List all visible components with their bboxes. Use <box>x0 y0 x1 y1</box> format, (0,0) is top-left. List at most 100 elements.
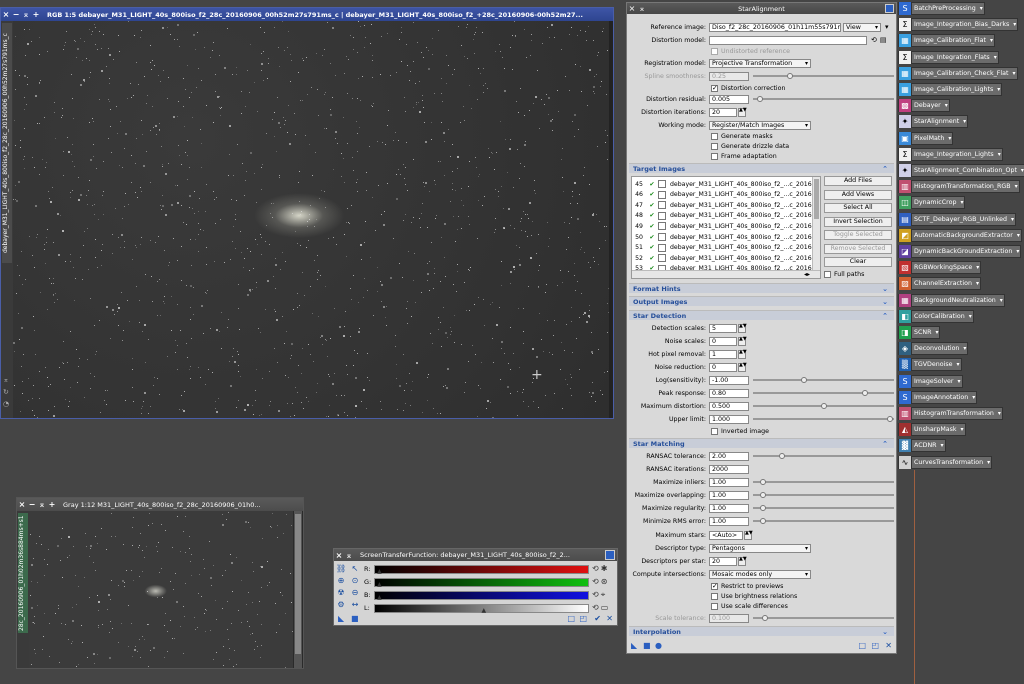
reset-icon[interactable]: ⟲ <box>592 590 599 601</box>
enabled-check-icon[interactable]: ✔ <box>646 181 658 188</box>
compute-intersections-select[interactable]: Mosaic modes only <box>709 569 811 579</box>
stf-window[interactable]: × ⌅ ScreenTransferFunction: debayer_M31_… <box>333 548 618 626</box>
distortion-residual-slider[interactable] <box>753 96 894 102</box>
preview-icon[interactable]: □ <box>567 614 575 623</box>
enabled-check-icon[interactable]: ✔ <box>646 255 658 262</box>
generate-drizzle-check[interactable]: Generate drizzle data <box>711 141 789 151</box>
apply-icon[interactable]: ■ <box>643 641 651 650</box>
midtone-marker-icon[interactable]: ▲ <box>377 595 382 601</box>
folder-icon[interactable]: ▤ <box>880 36 887 44</box>
clear-button[interactable]: Clear <box>824 257 892 267</box>
process-icon-curvestransformation[interactable]: ∿ CurvesTransformation <box>898 455 993 469</box>
scroll-thumb[interactable] <box>295 514 301 654</box>
add-files-button[interactable]: Add Files <box>824 176 892 186</box>
midtone-marker-icon[interactable]: ▲ <box>377 569 382 575</box>
hot-pixel-input[interactable]: 1 <box>709 349 737 359</box>
collapse-icon[interactable]: ⌃ <box>882 440 888 448</box>
midtone-marker-icon[interactable]: ▲ <box>377 582 382 588</box>
spin-icon[interactable]: ▲▼ <box>738 362 747 372</box>
descriptor-type-select[interactable]: Pentagons <box>709 543 811 553</box>
process-icon-acdnr[interactable]: ▓ ACDNR <box>898 439 946 453</box>
toggle-selected-button[interactable]: Toggle Selected <box>824 230 892 240</box>
sa-new-instance-icon[interactable] <box>885 4 894 13</box>
noise-reduction-input[interactable]: 0 <box>709 362 737 372</box>
peak-response-slider[interactable] <box>753 390 894 396</box>
stf-green-bar[interactable]: ▲ <box>374 578 589 588</box>
main-side-tab[interactable]: debayer_M31_LIGHT_40s_800iso_f2_28c_2016… <box>2 23 12 263</box>
gear-icon[interactable]: ✱ <box>601 564 608 575</box>
full-paths-check[interactable]: Full paths <box>824 269 864 279</box>
apply-global-icon[interactable]: ● <box>655 641 662 650</box>
apply-icon[interactable]: ■ <box>351 614 359 623</box>
dropdown-arrow-icon[interactable]: ▾ <box>885 23 889 31</box>
interpolation-section[interactable]: Interpolation ⌄ <box>629 626 894 636</box>
process-icon-debayer[interactable]: ▩ Debayer <box>898 99 950 113</box>
expand-icon[interactable]: ⌄ <box>882 285 888 293</box>
collapse-icon[interactable]: ⌃ <box>882 165 888 173</box>
invert-selection-button[interactable]: Invert Selection <box>824 217 892 227</box>
table-row[interactable]: 46 ✔ debayer_M31_LIGHT_40s_800iso_f2_...c_… <box>632 190 812 200</box>
frame-adaptation-check[interactable]: Frame adaptation <box>711 151 777 161</box>
table-row[interactable]: 49 ✔ debayer_M31_LIGHT_40s_800iso_f2_...c_… <box>632 221 812 231</box>
shade-icon[interactable]: ⌅ <box>3 376 9 384</box>
table-row[interactable]: 50 ✔ debayer_M31_LIGHT_40s_800iso_f2_...c_… <box>632 232 812 242</box>
peak-response-input[interactable]: 0.80 <box>709 388 749 398</box>
shade-icon[interactable]: ⌅ <box>37 500 47 509</box>
log-sensitivity-input[interactable]: -1.00 <box>709 375 749 385</box>
process-icon-histogramtransformation-rgb[interactable]: ▥ HistogramTransformation_RGB <box>898 180 1020 194</box>
process-icon-image-calibration-flat[interactable]: ▦ Image_Calibration_Flat <box>898 34 995 48</box>
process-icon-unsharpmask[interactable]: ◭ UnsharpMask <box>898 423 966 437</box>
sa-titlebar[interactable]: × ⌅ StarAlignment <box>627 3 896 14</box>
stf-blue-bar[interactable]: ▲ <box>374 591 589 601</box>
edit-doc-icon[interactable]: ◰ <box>871 641 879 650</box>
process-icon-image-integration-lights[interactable]: Σ Image_Integration_Lights <box>898 147 1003 161</box>
table-row[interactable]: 51 ✔ debayer_M31_LIGHT_40s_800iso_f2_...c_… <box>632 243 812 253</box>
maximize-regularity-slider[interactable] <box>753 505 894 511</box>
maximize-regularity-input[interactable]: 1.00 <box>709 503 749 513</box>
process-icon-image-integration-flats[interactable]: Σ Image_Integration_Flats <box>898 50 999 64</box>
shade-icon[interactable]: ⌅ <box>344 551 354 560</box>
collapse-icon[interactable]: ⌃ <box>882 312 888 320</box>
minimize-icon[interactable]: − <box>27 500 37 509</box>
maximize-overlapping-input[interactable]: 1.00 <box>709 490 749 500</box>
upper-limit-slider[interactable] <box>753 416 894 422</box>
ransac-tolerance-slider[interactable] <box>753 453 894 459</box>
scroll-thumb[interactable] <box>814 179 819 219</box>
reset-icon[interactable]: ⟲ <box>871 36 877 44</box>
browse-doc-icon[interactable]: □ <box>858 641 866 650</box>
table-row[interactable]: 45 ✔ debayer_M31_LIGHT_40s_800iso_f2_...c_… <box>632 179 812 189</box>
ransac-tolerance-input[interactable]: 2.00 <box>709 451 749 461</box>
close-icon[interactable]: × <box>1 10 11 19</box>
target-icon[interactable]: ⊛ <box>601 577 608 588</box>
new-instance-icon[interactable]: ◣ <box>338 614 344 623</box>
max-distortion-slider[interactable] <box>753 403 894 409</box>
restrict-previews-check[interactable]: Restrict to previews <box>711 581 783 591</box>
process-icon-channelextraction[interactable]: ▨ ChannelExtraction <box>898 277 981 291</box>
noise-scales-input[interactable]: 0 <box>709 336 737 346</box>
detection-scales-input[interactable]: 5 <box>709 323 737 333</box>
rgb-image-canvas[interactable]: + <box>13 21 609 418</box>
use-scale-check[interactable]: Use scale differences <box>711 601 788 611</box>
process-icon-backgroundneutralization[interactable]: ▦ BackgroundNeutralization <box>898 293 1005 307</box>
crosshair-icon[interactable]: ⌖ <box>601 590 606 601</box>
process-icon-batchpreprocessing[interactable]: S BatchPreProcessing <box>898 2 985 15</box>
lock-icon[interactable]: ◔ <box>3 400 9 408</box>
gray-window-titlebar[interactable]: × − ⌅ + Gray 1:12 M31_LIGHT_40s_800iso_f… <box>17 498 303 511</box>
view-select[interactable]: View <box>843 22 881 32</box>
width-icon[interactable]: ↔ <box>350 600 360 610</box>
reference-image-input[interactable]: Diso_f2_28c_20160906_01h11m55s791ms <box>709 22 841 32</box>
gray-side-tab[interactable]: 28c_20160906_01h02m36s884ms+s1 <box>18 513 28 633</box>
format-hints-section[interactable]: Format Hints ⌄ <box>629 283 894 293</box>
new-instance-icon[interactable]: ◣ <box>631 641 637 650</box>
spin-icon[interactable]: ▲▼ <box>744 530 753 540</box>
reset-all-icon[interactable]: ✕ <box>606 614 613 623</box>
target-images-section[interactable]: Target Images ⌃ <box>629 163 894 173</box>
table-row[interactable]: 47 ✔ debayer_M31_LIGHT_40s_800iso_f2_...c_… <box>632 200 812 210</box>
use-brightness-check[interactable]: Use brightness relations <box>711 591 797 601</box>
minimize-icon[interactable]: − <box>11 10 21 19</box>
target-images-table[interactable]: 45 ✔ debayer_M31_LIGHT_40s_800iso_f2_...c_… <box>631 176 821 279</box>
process-icon-histogramtransformation[interactable]: ▥ HistogramTransformation <box>898 407 1003 420</box>
reset-all-icon[interactable]: ✕ <box>885 641 892 650</box>
process-icon-dynamicbackgroundextraction[interactable]: ◪ DynamicBackGroundExtraction <box>898 245 1022 258</box>
process-icon-sctf-debayer-rgb-unlinked[interactable]: ▤ SCTF_Debayer_RGB_Unlinked <box>898 212 1017 226</box>
